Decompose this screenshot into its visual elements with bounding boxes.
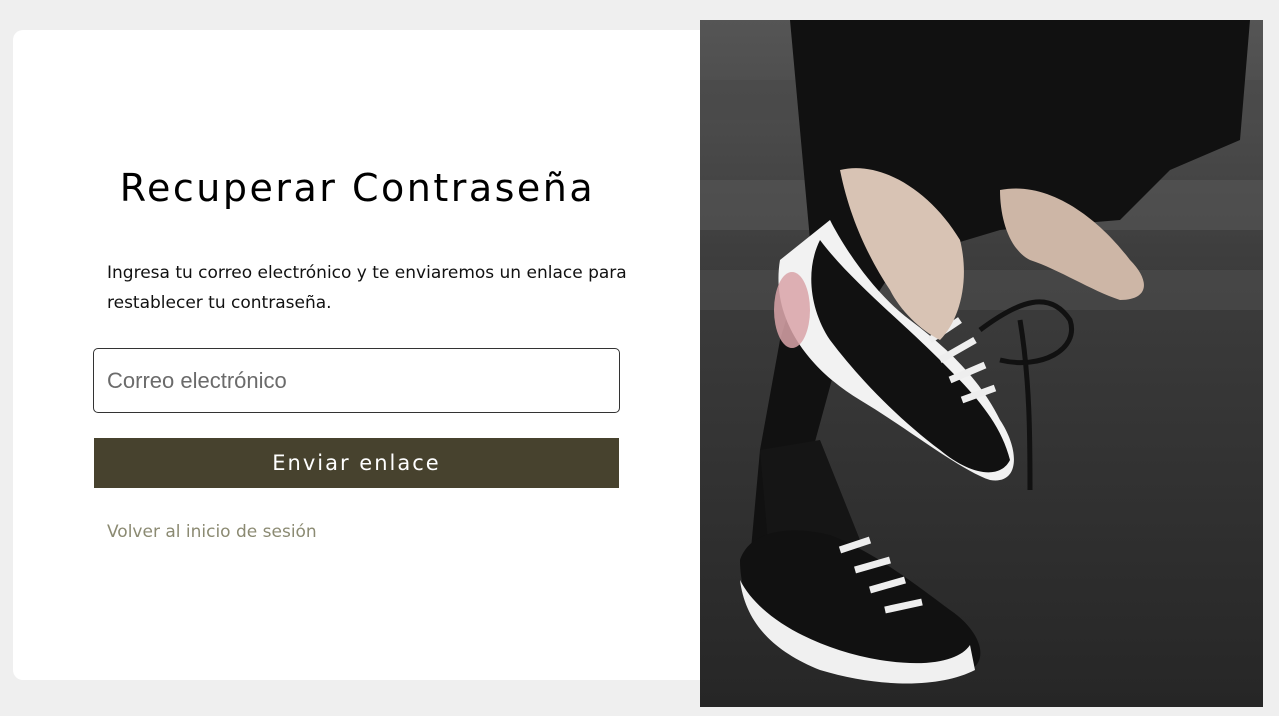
instructions-text: Ingresa tu correo electrónico y te envia… (107, 263, 627, 313)
sneaker-photo (700, 20, 1263, 707)
send-link-button[interactable]: Enviar enlace (94, 438, 619, 488)
email-field[interactable] (93, 348, 620, 413)
page-title: Recuperar Contraseña (119, 166, 596, 210)
back-to-login-link[interactable]: Volver al inicio de sesión (107, 522, 317, 542)
